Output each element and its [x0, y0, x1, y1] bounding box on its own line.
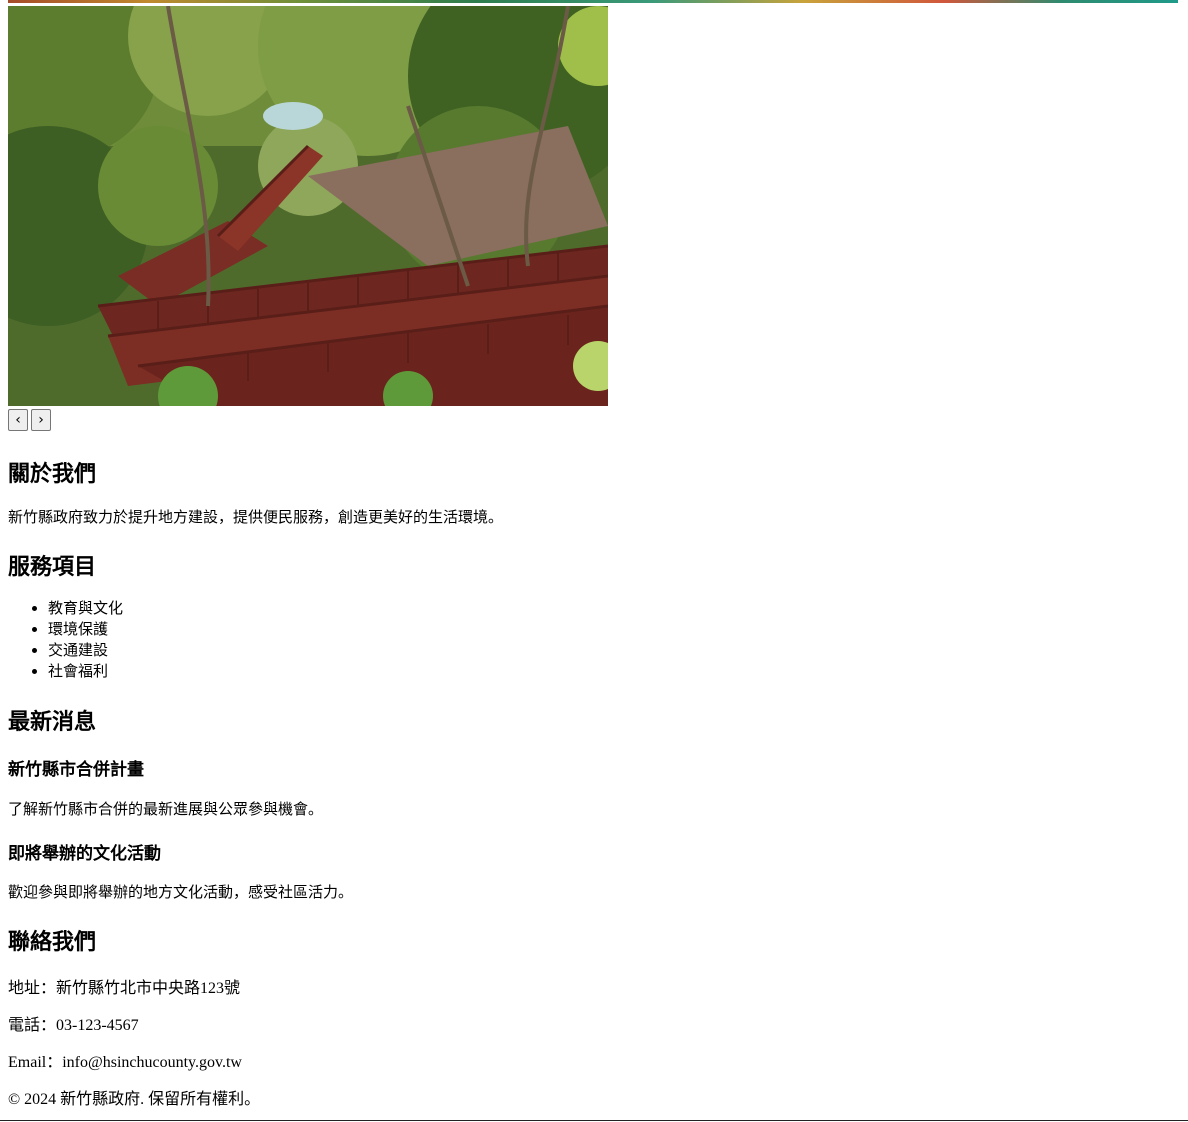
news-item-title: 新竹縣市合併計畫: [8, 760, 144, 780]
contact-phone: 電話：03-123-4567: [8, 1017, 139, 1034]
news-item-title: 即將舉辦的文化活動: [8, 844, 161, 864]
services-heading: 服務項目: [8, 555, 97, 580]
list-item: 社會福利: [48, 661, 123, 682]
carousel-next-button[interactable]: ›: [31, 409, 51, 431]
forest-stairway-photo: [8, 6, 608, 406]
list-item: 交通建設: [48, 640, 123, 661]
carousel-prev-button[interactable]: ‹: [8, 409, 28, 431]
contact-email: Email：info@hsinchucounty.gov.tw: [8, 1054, 242, 1071]
news-item-text: 了解新竹縣市合併的最新進展與公眾參與機會。: [8, 800, 324, 818]
carousel-image: [8, 6, 608, 406]
list-item: 教育與文化: [48, 598, 123, 619]
top-decorative-strip: [8, 0, 1178, 3]
about-text: 新竹縣政府致力於提升地方建設，提供便民服務，創造更美好的生活環境。: [8, 508, 504, 526]
contact-heading: 聯絡我們: [8, 930, 97, 955]
page-content: ‹ › 關於我們 新竹縣政府致力於提升地方建設，提供便民服務，創造更美好的生活環境…: [8, 6, 1178, 1108]
carousel-controls: ‹ ›: [8, 409, 1178, 435]
news-item-text: 歡迎參與即將舉辦的地方文化活動，感受社區活力。: [8, 883, 354, 901]
footer-copyright: © 2024 新竹縣政府. 保留所有權利。: [8, 1091, 261, 1108]
footer-divider: [0, 1120, 1188, 1121]
contact-address: 地址：新竹縣竹北市中央路123號: [8, 980, 241, 997]
about-heading: 關於我們: [8, 462, 97, 487]
list-item: 環境保護: [48, 619, 123, 640]
news-heading: 最新消息: [8, 710, 97, 735]
services-list: 教育與文化 環境保護 交通建設 社會福利: [8, 598, 123, 682]
